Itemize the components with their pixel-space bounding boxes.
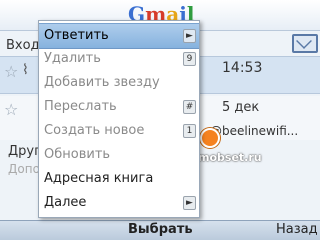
menu-item-compose[interactable]: Создать новое 1 bbox=[39, 119, 199, 143]
notification-dot-icon bbox=[200, 128, 220, 148]
menu-item-delete[interactable]: Удалить 9 bbox=[39, 47, 199, 71]
menu-item-label: Переслать bbox=[44, 99, 117, 114]
watermark: mobset.ru bbox=[198, 151, 262, 164]
shortcut-key-badge: 9 bbox=[183, 52, 196, 66]
menu-item-add-star[interactable]: Добавить звезду bbox=[39, 71, 199, 95]
menu-item-label: Создать новое bbox=[44, 123, 145, 138]
menu-item-label: Далее bbox=[44, 195, 87, 210]
envelope-icon[interactable] bbox=[292, 34, 318, 53]
gmail-screen: Gmail Вход ☆ ⌇ 14:53 ☆ 5 дек @beelinewif… bbox=[0, 0, 320, 240]
other-label: Друг bbox=[8, 144, 41, 159]
shortcut-key-badge: # bbox=[183, 100, 196, 114]
message-time: 14:53 bbox=[222, 60, 263, 76]
star-icon[interactable]: ☆ bbox=[4, 62, 18, 81]
menu-item-label: Адресная книга bbox=[44, 171, 154, 186]
star-icon[interactable]: ☆ bbox=[4, 100, 18, 119]
menu-item-forward[interactable]: Переслать # bbox=[39, 95, 199, 119]
extra-label: Допо bbox=[8, 162, 40, 176]
menu-item-more[interactable]: Далее ► bbox=[39, 191, 199, 215]
menu-item-refresh[interactable]: Обновить bbox=[39, 143, 199, 167]
submenu-arrow-icon: ► bbox=[183, 196, 196, 210]
message-date: 5 дек bbox=[222, 100, 260, 115]
message-sender: @beelinewifi... bbox=[210, 124, 299, 138]
shortcut-key-badge: 1 bbox=[183, 124, 196, 138]
attachment-icon: ⌇ bbox=[22, 62, 29, 78]
menu-item-label: Ответить bbox=[44, 28, 109, 43]
menu-item-label: Добавить звезду bbox=[44, 75, 160, 90]
submenu-arrow-icon: ► bbox=[183, 29, 196, 43]
menu-item-label: Обновить bbox=[44, 147, 111, 162]
context-menu: Ответить ► Удалить 9 Добавить звезду Пер… bbox=[38, 20, 200, 218]
menu-item-label: Удалить bbox=[44, 51, 101, 66]
back-softkey[interactable]: Назад bbox=[276, 222, 318, 237]
select-softkey[interactable]: Выбрать bbox=[128, 222, 193, 237]
menu-item-address-book[interactable]: Адресная книга bbox=[39, 167, 199, 191]
inbox-label: Вход bbox=[6, 38, 40, 53]
menu-item-reply[interactable]: Ответить ► bbox=[39, 23, 199, 49]
